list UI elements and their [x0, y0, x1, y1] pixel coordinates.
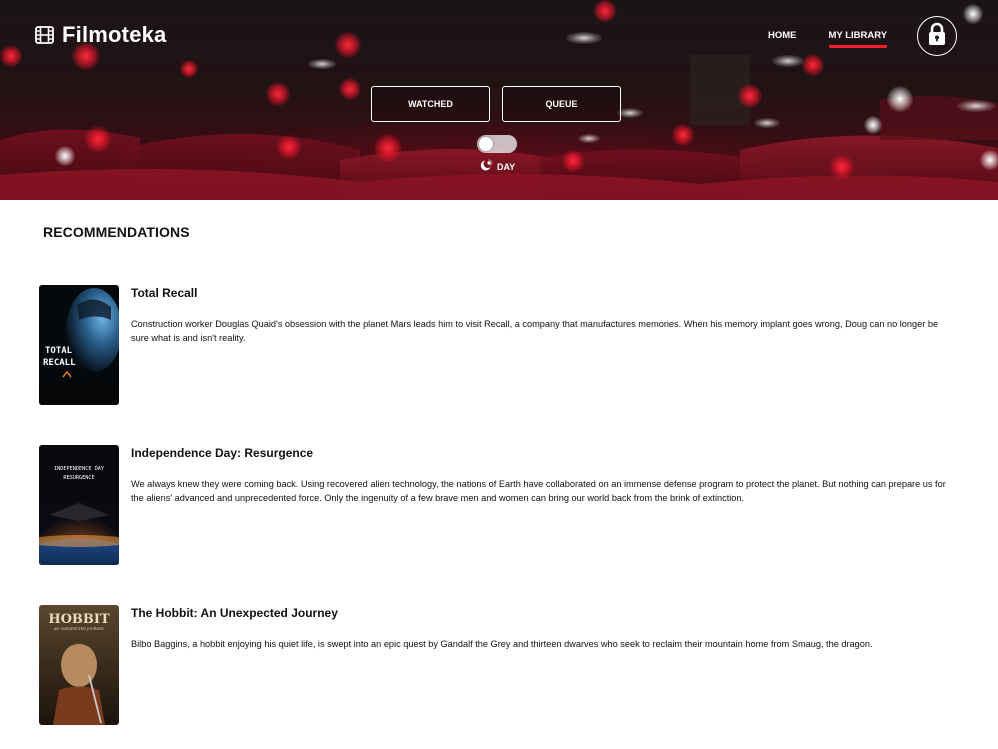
theme-toggle[interactable] — [477, 135, 517, 153]
theme-label: DAY — [479, 159, 515, 174]
moon-sun-icon — [479, 159, 493, 174]
section-title: RECOMMENDATIONS — [43, 224, 190, 240]
movie-description: We always knew they were coming back. Us… — [131, 479, 946, 503]
movie-description: Bilbo Baggins, a hobbit enjoying his qui… — [131, 639, 873, 649]
logo[interactable]: Filmoteka — [35, 22, 167, 48]
movie-poster[interactable]: INDEPENDENCE DAY RESURGENCE — [39, 445, 119, 565]
poster-title-line-1: INDEPENDENCE DAY — [54, 466, 105, 472]
movie-poster[interactable]: TOTAL RECALL — [39, 285, 119, 405]
poster-title-line-2: RECALL — [43, 358, 76, 368]
movie-card[interactable]: INDEPENDENCE DAY RESURGENCE Independence… — [39, 445, 949, 565]
film-icon — [35, 26, 54, 44]
library-buttons: WATCHED QUEUE — [371, 86, 621, 122]
main-nav: HOME MY LIBRARY — [768, 30, 887, 48]
movie-description: Construction worker Douglas Quaid's obse… — [131, 319, 939, 343]
queue-button[interactable]: QUEUE — [502, 86, 621, 122]
movie-poster[interactable]: HOBBIT AN UNEXPECTED JOURNEY — [39, 605, 119, 725]
theme-toggle-knob — [479, 137, 493, 151]
poster-title-line-1: HOBBIT — [48, 612, 110, 627]
nav-my-library-link[interactable]: MY LIBRARY — [828, 30, 887, 48]
hero-header: Filmoteka HOME MY LIBRARY WATCHED QUEUE — [0, 0, 998, 200]
login-lock-button[interactable] — [917, 16, 957, 56]
watched-button[interactable]: WATCHED — [371, 86, 490, 122]
poster-title-line-2: AN UNEXPECTED JOURNEY — [53, 627, 105, 631]
poster-title-line-2: RESURGENCE — [63, 475, 94, 481]
movie-title[interactable]: Total Recall — [131, 286, 197, 300]
movie-card[interactable]: TOTAL RECALL Total Recall Construction w… — [39, 285, 949, 405]
poster-title-line-1: TOTAL — [45, 346, 73, 356]
logo-text: Filmoteka — [62, 22, 167, 47]
movie-card[interactable]: HOBBIT AN UNEXPECTED JOURNEY The Hobbit:… — [39, 605, 949, 725]
theme-label-text: DAY — [497, 161, 516, 172]
movie-title[interactable]: The Hobbit: An Unexpected Journey — [131, 606, 338, 620]
lock-icon — [926, 22, 948, 51]
movie-title[interactable]: Independence Day: Resurgence — [131, 446, 313, 460]
nav-home-link[interactable]: HOME — [768, 30, 797, 44]
